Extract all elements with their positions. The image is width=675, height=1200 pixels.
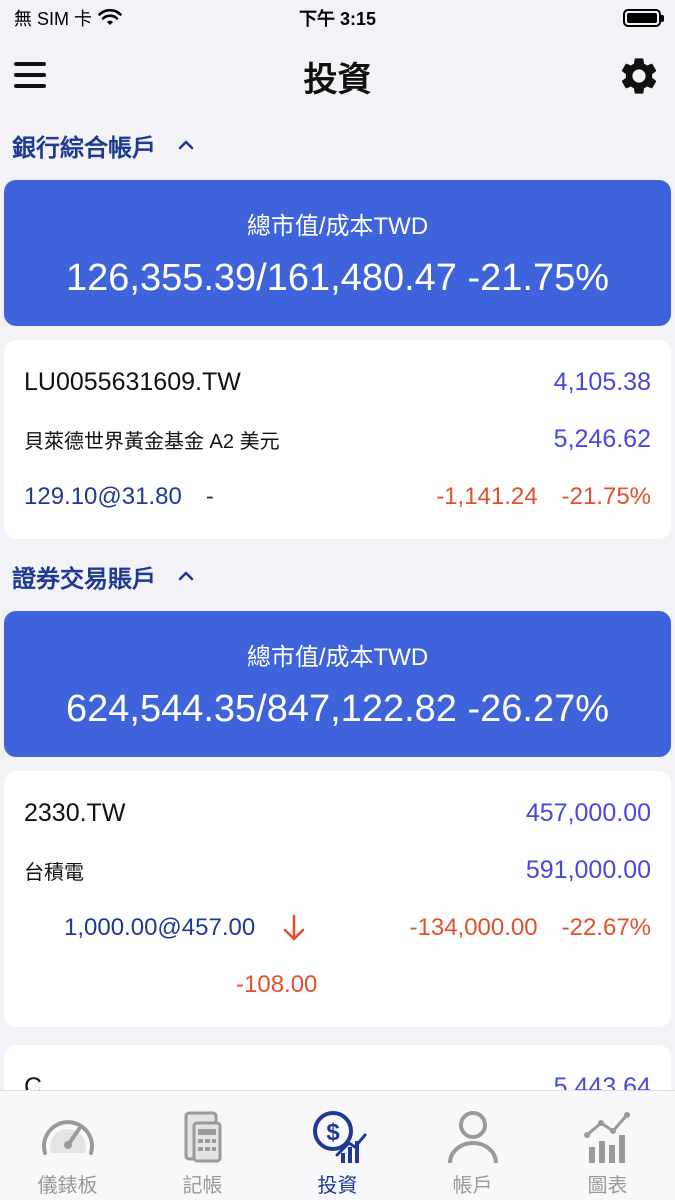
holding-market-value: 4,105.38 [553, 368, 651, 396]
summary-card-bank: 總市值/成本TWD 126,355.39/161,480.47 -21.75% [4, 180, 671, 326]
section-header-securities[interactable]: 證券交易賬戶 [0, 549, 675, 603]
tab-investment[interactable]: $ 投資 [278, 1109, 398, 1198]
holding-row-pl: 129.10@31.80 - -1,141.24 -21.75% [24, 468, 651, 525]
holding-market-value: 5,443.64 [553, 1073, 651, 1090]
tab-label: 記帳 [182, 1175, 223, 1197]
section-title: 銀行綜合帳戶 [12, 134, 156, 162]
gear-icon[interactable] [617, 54, 661, 98]
holding-name: 台積電 [24, 862, 84, 884]
ledger-icon [184, 1111, 221, 1163]
investment-icon: $ [312, 1111, 366, 1163]
holding-row-symbol: C 5,443.64 [24, 1059, 651, 1090]
holding-card[interactable]: LU0055631609.TW 4,105.38 貝萊德世界黃金基金 A2 美元… [4, 340, 671, 539]
menu-button[interactable] [14, 62, 46, 88]
holding-row-change: -108.00 [24, 956, 651, 1013]
person-icon [447, 1111, 498, 1164]
holding-name: 貝萊德世界黃金基金 A2 美元 [24, 431, 280, 453]
holding-qty-price: 129.10@31.80 [24, 482, 182, 510]
battery-icon [623, 9, 664, 27]
section-title: 證券交易賬戶 [12, 565, 156, 593]
holding-card[interactable]: C 5,443.64 [4, 1045, 671, 1090]
nav-bar: 投資 [0, 36, 675, 116]
holding-symbol: C [24, 1073, 43, 1090]
tab-accounts[interactable]: 帳戶 [413, 1109, 533, 1198]
tab-label: 圖表 [587, 1175, 628, 1197]
section-header-bank[interactable]: 銀行綜合帳戶 [0, 118, 675, 172]
holding-symbol: LU0055631609.TW [24, 368, 241, 396]
trend-flat-indicator: - [205, 482, 214, 510]
tab-label: 帳戶 [452, 1175, 493, 1197]
holding-pl-pct: -22.67% [561, 913, 651, 941]
summary-label: 總市值/成本TWD [246, 644, 429, 671]
holding-row-symbol: 2330.TW 457,000.00 [24, 785, 651, 842]
holding-pl-group: -134,000.00 -22.67% [410, 914, 652, 942]
holding-pl: -134,000.00 [409, 913, 538, 941]
holding-pl-group: -1,141.24 -21.75% [436, 483, 651, 511]
menu-icon-line [14, 73, 46, 77]
content: 銀行綜合帳戶 總市值/成本TWD 126,355.39/161,480.47 -… [0, 118, 675, 1090]
svg-text:$: $ [326, 1119, 340, 1146]
page-title: 投資 [303, 60, 372, 99]
summary-label: 總市值/成本TWD [246, 213, 429, 240]
tab-label: 儀錶板 [37, 1175, 98, 1197]
holding-price-change: -108.00 [236, 970, 318, 998]
summary-card-securities: 總市值/成本TWD 624,544.35/847,122.82 -26.27% [4, 611, 671, 757]
holding-cost: 591,000.00 [525, 856, 651, 884]
holding-cost: 5,246.62 [553, 425, 651, 453]
holding-row-pl: 1,000.00@457.00 -134,000.00 -22.67% [24, 899, 651, 956]
holding-market-value: 457,000.00 [525, 799, 651, 827]
tab-label: 投資 [317, 1175, 358, 1197]
tab-ledger[interactable]: 記帳 [143, 1109, 263, 1198]
carrier-label: 無 SIM 卡 [14, 9, 93, 29]
summary-value: 126,355.39/161,480.47 -21.75% [65, 257, 610, 299]
holding-pl-pct: -21.75% [561, 482, 651, 510]
menu-icon-line [14, 84, 46, 88]
tab-bar: 儀錶板 記帳 $ 投資 帳戶 圖表 [0, 1090, 675, 1200]
holding-row-symbol: LU0055631609.TW 4,105.38 [24, 354, 651, 411]
holding-row-name: 台積電 591,000.00 [24, 842, 651, 899]
status-left: 無 SIM 卡 [14, 5, 122, 31]
chevron-up-icon[interactable] [178, 137, 194, 153]
holding-symbol: 2330.TW [24, 799, 126, 827]
holding-qty-group: 129.10@31.80 - [24, 483, 214, 511]
chart-icon [583, 1112, 630, 1163]
summary-value: 624,544.35/847,122.82 -26.27% [65, 688, 610, 730]
menu-icon-line [14, 62, 46, 66]
holding-qty-price: 1,000.00@457.00 [64, 913, 256, 941]
tab-charts[interactable]: 圖表 [548, 1109, 668, 1198]
arrow-down-icon [283, 914, 305, 940]
holding-card[interactable]: 2330.TW 457,000.00 台積電 591,000.00 1,000.… [4, 771, 671, 1027]
tab-dashboard[interactable]: 儀錶板 [8, 1109, 128, 1198]
status-bar: 無 SIM 卡 下午 3:15 [0, 0, 675, 36]
gauge-icon [41, 1120, 94, 1155]
chevron-up-icon[interactable] [178, 568, 194, 584]
holding-pl: -1,141.24 [436, 482, 538, 510]
holding-row-name: 貝萊德世界黃金基金 A2 美元 5,246.62 [24, 411, 651, 468]
wifi-icon [98, 9, 122, 25]
holding-qty-group: 1,000.00@457.00 [24, 914, 305, 942]
